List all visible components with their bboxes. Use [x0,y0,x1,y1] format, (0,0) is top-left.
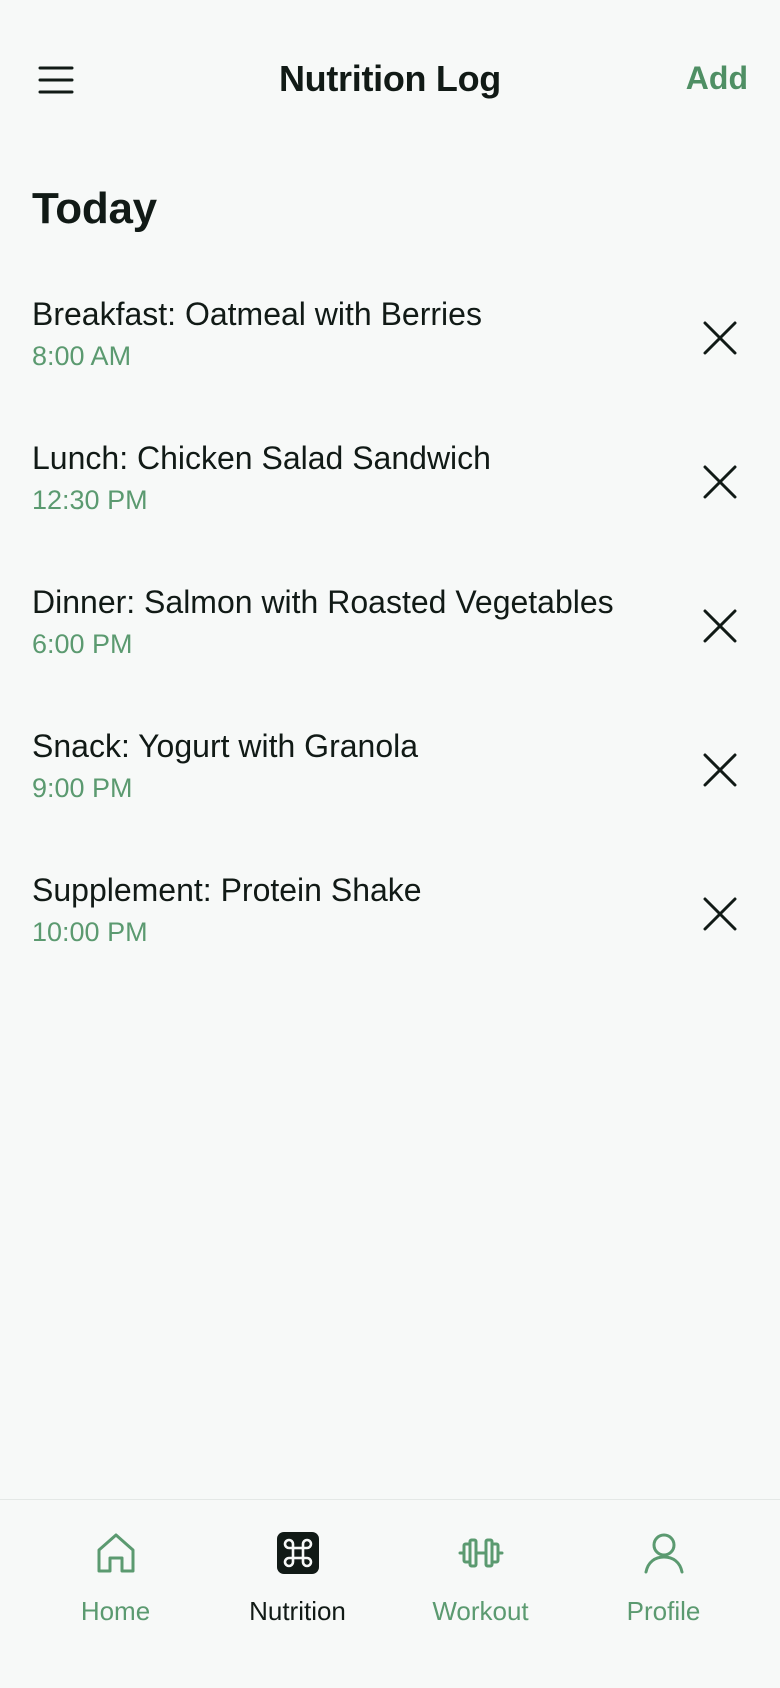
tab-nutrition[interactable]: Nutrition [206,1522,389,1652]
tab-label: Home [80,1596,151,1626]
nutrition-log-list: Breakfast: Oatmeal with Berries 8:00 AM … [0,280,780,1000]
tab-label: Workout [432,1596,529,1626]
user-icon [644,1533,683,1574]
command-icon [276,1532,319,1574]
entry-title: Lunch: Chicken Salad Sandwich [32,440,491,476]
delete-entry-button[interactable] [696,602,744,650]
tab-home[interactable]: Home [24,1522,207,1652]
tab-label: Profile [626,1596,701,1626]
tab-label: Nutrition [249,1596,346,1626]
bottom-tab-bar: Home Nutrition Workout Profile [0,1499,780,1688]
close-icon [703,753,737,787]
entry-title: Breakfast: Oatmeal with Berries [32,296,482,332]
app-header: Nutrition Log Add [0,0,780,160]
log-entry: Dinner: Salmon with Roasted Vegetables 6… [0,568,780,712]
log-entry: Breakfast: Oatmeal with Berries 8:00 AM [0,280,780,424]
delete-entry-button[interactable] [696,746,744,794]
dumbbell-icon [458,1538,503,1568]
entry-title: Dinner: Salmon with Roasted Vegetables [32,584,614,620]
close-icon [703,897,737,931]
entry-time: 8:00 AM [32,341,132,371]
section-title-today: Today [32,184,157,233]
close-icon [703,465,737,499]
log-entry: Supplement: Protein Shake 10:00 PM [0,856,780,1000]
add-button[interactable]: Add [686,60,748,97]
close-icon [703,609,737,643]
delete-entry-button[interactable] [696,314,744,362]
entry-time: 6:00 PM [32,629,133,659]
tab-workout[interactable]: Workout [389,1522,572,1652]
entry-time: 9:00 PM [32,773,133,803]
delete-entry-button[interactable] [696,458,744,506]
entry-time: 10:00 PM [32,917,148,947]
entry-time: 12:30 PM [32,485,148,515]
entry-title: Supplement: Protein Shake [32,872,422,908]
tab-profile[interactable]: Profile [572,1522,755,1652]
log-entry: Lunch: Chicken Salad Sandwich 12:30 PM [0,424,780,568]
page-title: Nutrition Log [278,58,502,99]
log-entry: Snack: Yogurt with Granola 9:00 PM [0,712,780,856]
entry-title: Snack: Yogurt with Granola [32,728,419,764]
home-icon [97,1533,134,1573]
close-icon [703,321,737,355]
delete-entry-button[interactable] [696,890,744,938]
